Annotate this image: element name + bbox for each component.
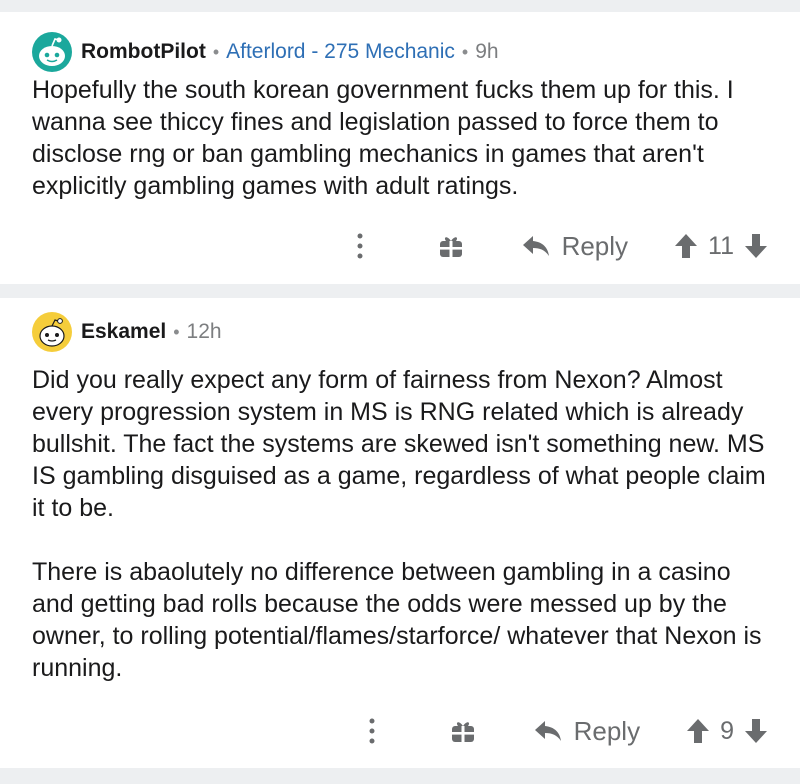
downvote-icon[interactable] bbox=[744, 233, 768, 259]
reply-arrow-icon bbox=[534, 721, 561, 741]
separator-dot: • bbox=[212, 41, 220, 62]
separator-dot: • bbox=[173, 321, 180, 342]
reply-label: Reply bbox=[573, 715, 641, 746]
comment-age: 9h bbox=[475, 40, 499, 63]
reply-button[interactable]: Reply bbox=[534, 716, 640, 747]
user-flair: Afterlord - 275 Mechanic bbox=[226, 40, 455, 63]
more-options-icon[interactable] bbox=[362, 713, 382, 749]
comment-header: RombotPilot • Afterlord - 275 Mechanic •… bbox=[32, 32, 499, 72]
comment-age: 12h bbox=[186, 320, 222, 343]
comment-paragraph: Hopefully the south korean government fu… bbox=[32, 76, 734, 200]
comment-header: Eskamel • 12h bbox=[32, 312, 222, 352]
username[interactable]: Eskamel bbox=[81, 320, 166, 344]
upvote-icon[interactable] bbox=[674, 233, 698, 259]
award-gift-icon[interactable] bbox=[450, 718, 476, 744]
comment-paragraph: There is abaolutely no difference betwee… bbox=[32, 558, 762, 682]
comment-paragraph: Did you really expect any form of fairne… bbox=[32, 366, 766, 522]
vote-score: 11 bbox=[708, 231, 734, 260]
comment-actions: Reply 9 bbox=[362, 713, 768, 749]
reply-label: Reply bbox=[561, 230, 629, 261]
user-avatar-icon[interactable] bbox=[32, 32, 72, 72]
more-options-icon[interactable] bbox=[350, 228, 370, 264]
reply-arrow-icon bbox=[522, 236, 549, 256]
username[interactable]: RombotPilot bbox=[81, 40, 206, 64]
comment-card: Eskamel • 12h Did you really expect any … bbox=[0, 298, 800, 768]
comment-body: Did you really expect any form of fairne… bbox=[32, 364, 776, 684]
comment-body: Hopefully the south korean government fu… bbox=[32, 74, 776, 202]
comment-card: RombotPilot • Afterlord - 275 Mechanic •… bbox=[0, 12, 800, 284]
vote-controls: 9 bbox=[686, 717, 768, 746]
user-avatar-icon[interactable] bbox=[32, 312, 72, 352]
downvote-icon[interactable] bbox=[744, 718, 768, 744]
vote-score: 9 bbox=[720, 716, 734, 745]
upvote-icon[interactable] bbox=[686, 718, 710, 744]
separator-dot: • bbox=[461, 41, 469, 62]
vote-controls: 11 bbox=[674, 232, 768, 261]
reply-button[interactable]: Reply bbox=[522, 231, 628, 262]
award-gift-icon[interactable] bbox=[438, 233, 464, 259]
comment-actions: Reply 11 bbox=[350, 228, 768, 264]
